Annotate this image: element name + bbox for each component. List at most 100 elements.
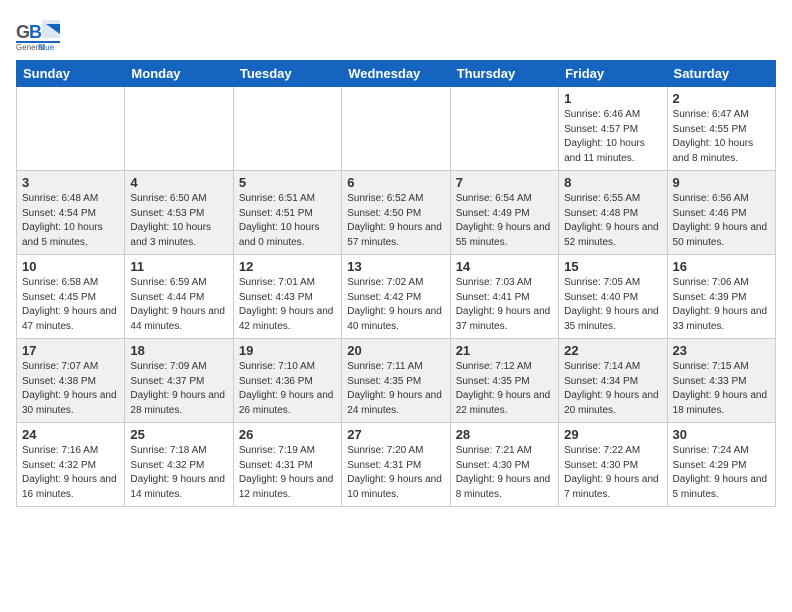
empty-cell [125, 87, 233, 171]
empty-cell [342, 87, 450, 171]
day-cell-10: 10 Sunrise: 6:58 AM Sunset: 4:45 PM Dayli… [17, 255, 125, 339]
day-info: Sunrise: 7:03 AM Sunset: 4:41 PM Dayligh… [456, 276, 553, 334]
day-info: Sunrise: 7:16 AM Sunset: 4:32 PM Dayligh… [22, 444, 119, 502]
weekday-header-thursday: Thursday [450, 61, 558, 87]
empty-cell [233, 87, 341, 171]
day-number: 12 [239, 259, 336, 274]
day-info: Sunrise: 7:07 AM Sunset: 4:38 PM Dayligh… [22, 360, 119, 418]
day-number: 26 [239, 427, 336, 442]
day-cell-20: 20 Sunrise: 7:11 AM Sunset: 4:35 PM Dayli… [342, 339, 450, 423]
day-info: Sunrise: 6:50 AM Sunset: 4:53 PM Dayligh… [130, 192, 227, 250]
day-number: 19 [239, 343, 336, 358]
weekday-header-wednesday: Wednesday [342, 61, 450, 87]
day-cell-2: 2 Sunrise: 6:47 AM Sunset: 4:55 PM Daylig… [667, 87, 775, 171]
day-cell-27: 27Sunrise: 7:20 AM Sunset: 4:31 PM Dayli… [342, 423, 450, 507]
svg-text:G: G [16, 22, 30, 42]
day-info: Sunrise: 7:14 AM Sunset: 4:34 PM Dayligh… [564, 360, 661, 418]
day-cell-28: 28 Sunrise: 7:21 AM Sunset: 4:30 PM Dayli… [450, 423, 558, 507]
day-cell-12: 12 Sunrise: 7:01 AM Sunset: 4:43 PM Dayli… [233, 255, 341, 339]
day-info: Sunrise: 7:11 AM Sunset: 4:35 PM Dayligh… [347, 360, 444, 418]
logo: G B General Blue [16, 16, 60, 52]
day-number: 29 [564, 427, 661, 442]
day-info: Sunrise: 6:52 AM Sunset: 4:50 PM Dayligh… [347, 192, 444, 250]
day-number: 18 [130, 343, 227, 358]
day-info: Sunrise: 7:05 AM Sunset: 4:40 PM Dayligh… [564, 276, 661, 334]
day-cell-17: 17 Sunrise: 7:07 AM Sunset: 4:38 PM Dayli… [17, 339, 125, 423]
day-cell-13: 13 Sunrise: 7:02 AM Sunset: 4:42 PM Dayli… [342, 255, 450, 339]
week-row-3: 10 Sunrise: 6:58 AM Sunset: 4:45 PM Dayli… [17, 255, 776, 339]
day-number: 3 [22, 175, 119, 190]
day-cell-9: 9Sunrise: 6:56 AM Sunset: 4:46 PM Daylig… [667, 171, 775, 255]
day-number: 4 [130, 175, 227, 190]
weekday-header-monday: Monday [125, 61, 233, 87]
day-number: 21 [456, 343, 553, 358]
day-number: 24 [22, 427, 119, 442]
weekday-header-row: SundayMondayTuesdayWednesdayThursdayFrid… [17, 61, 776, 87]
day-info: Sunrise: 6:54 AM Sunset: 4:49 PM Dayligh… [456, 192, 553, 250]
day-number: 7 [456, 175, 553, 190]
day-cell-6: 6Sunrise: 6:52 AM Sunset: 4:50 PM Daylig… [342, 171, 450, 255]
day-info: Sunrise: 7:24 AM Sunset: 4:29 PM Dayligh… [673, 444, 770, 502]
day-cell-15: 15 Sunrise: 7:05 AM Sunset: 4:40 PM Dayli… [559, 255, 667, 339]
weekday-header-sunday: Sunday [17, 61, 125, 87]
day-cell-11: 11 Sunrise: 6:59 AM Sunset: 4:44 PM Dayli… [125, 255, 233, 339]
day-info: Sunrise: 6:48 AM Sunset: 4:54 PM Dayligh… [22, 192, 119, 250]
day-cell-30: 30 Sunrise: 7:24 AM Sunset: 4:29 PM Dayli… [667, 423, 775, 507]
day-cell-5: 5Sunrise: 6:51 AM Sunset: 4:51 PM Daylig… [233, 171, 341, 255]
day-number: 10 [22, 259, 119, 274]
day-info: Sunrise: 7:21 AM Sunset: 4:30 PM Dayligh… [456, 444, 553, 502]
day-info: Sunrise: 7:20 AM Sunset: 4:31 PM Dayligh… [347, 444, 444, 502]
day-number: 15 [564, 259, 661, 274]
day-number: 1 [564, 91, 661, 106]
empty-cell [17, 87, 125, 171]
calendar-table: SundayMondayTuesdayWednesdayThursdayFrid… [16, 60, 776, 507]
day-info: Sunrise: 6:47 AM Sunset: 4:55 PM Dayligh… [673, 108, 770, 166]
day-cell-21: 21Sunrise: 7:12 AM Sunset: 4:35 PM Dayli… [450, 339, 558, 423]
day-number: 30 [673, 427, 770, 442]
day-cell-1: 1 Sunrise: 6:46 AM Sunset: 4:57 PM Daylig… [559, 87, 667, 171]
day-cell-7: 7 Sunrise: 6:54 AM Sunset: 4:49 PM Daylig… [450, 171, 558, 255]
day-number: 20 [347, 343, 444, 358]
svg-text:B: B [29, 22, 42, 42]
day-cell-3: 3 Sunrise: 6:48 AM Sunset: 4:54 PM Daylig… [17, 171, 125, 255]
day-cell-19: 19Sunrise: 7:10 AM Sunset: 4:36 PM Dayli… [233, 339, 341, 423]
day-info: Sunrise: 7:15 AM Sunset: 4:33 PM Dayligh… [673, 360, 770, 418]
day-number: 23 [673, 343, 770, 358]
day-cell-23: 23 Sunrise: 7:15 AM Sunset: 4:33 PM Dayli… [667, 339, 775, 423]
weekday-header-tuesday: Tuesday [233, 61, 341, 87]
day-cell-16: 16Sunrise: 7:06 AM Sunset: 4:39 PM Dayli… [667, 255, 775, 339]
day-info: Sunrise: 7:18 AM Sunset: 4:32 PM Dayligh… [130, 444, 227, 502]
day-info: Sunrise: 7:22 AM Sunset: 4:30 PM Dayligh… [564, 444, 661, 502]
day-info: Sunrise: 6:46 AM Sunset: 4:57 PM Dayligh… [564, 108, 661, 166]
day-number: 22 [564, 343, 661, 358]
day-number: 11 [130, 259, 227, 274]
day-number: 14 [456, 259, 553, 274]
day-cell-26: 26 Sunrise: 7:19 AM Sunset: 4:31 PM Dayli… [233, 423, 341, 507]
day-cell-25: 25 Sunrise: 7:18 AM Sunset: 4:32 PM Dayli… [125, 423, 233, 507]
logo-icon: G B General Blue [16, 16, 60, 52]
day-number: 13 [347, 259, 444, 274]
day-cell-4: 4 Sunrise: 6:50 AM Sunset: 4:53 PM Daylig… [125, 171, 233, 255]
weekday-header-friday: Friday [559, 61, 667, 87]
day-cell-22: 22 Sunrise: 7:14 AM Sunset: 4:34 PM Dayli… [559, 339, 667, 423]
weekday-header-saturday: Saturday [667, 61, 775, 87]
day-number: 25 [130, 427, 227, 442]
day-number: 28 [456, 427, 553, 442]
day-number: 2 [673, 91, 770, 106]
day-info: Sunrise: 7:06 AM Sunset: 4:39 PM Dayligh… [673, 276, 770, 334]
page-header: G B General Blue [16, 16, 776, 52]
svg-text:Blue: Blue [38, 43, 55, 52]
week-row-5: 24 Sunrise: 7:16 AM Sunset: 4:32 PM Dayli… [17, 423, 776, 507]
day-info: Sunrise: 7:01 AM Sunset: 4:43 PM Dayligh… [239, 276, 336, 334]
day-info: Sunrise: 6:55 AM Sunset: 4:48 PM Dayligh… [564, 192, 661, 250]
day-number: 17 [22, 343, 119, 358]
day-cell-29: 29 Sunrise: 7:22 AM Sunset: 4:30 PM Dayli… [559, 423, 667, 507]
day-info: Sunrise: 6:58 AM Sunset: 4:45 PM Dayligh… [22, 276, 119, 334]
day-info: Sunrise: 7:02 AM Sunset: 4:42 PM Dayligh… [347, 276, 444, 334]
week-row-2: 3 Sunrise: 6:48 AM Sunset: 4:54 PM Daylig… [17, 171, 776, 255]
day-info: Sunrise: 6:51 AM Sunset: 4:51 PM Dayligh… [239, 192, 336, 250]
day-info: Sunrise: 6:59 AM Sunset: 4:44 PM Dayligh… [130, 276, 227, 334]
day-number: 8 [564, 175, 661, 190]
day-cell-18: 18Sunrise: 7:09 AM Sunset: 4:37 PM Dayli… [125, 339, 233, 423]
day-info: Sunrise: 7:19 AM Sunset: 4:31 PM Dayligh… [239, 444, 336, 502]
